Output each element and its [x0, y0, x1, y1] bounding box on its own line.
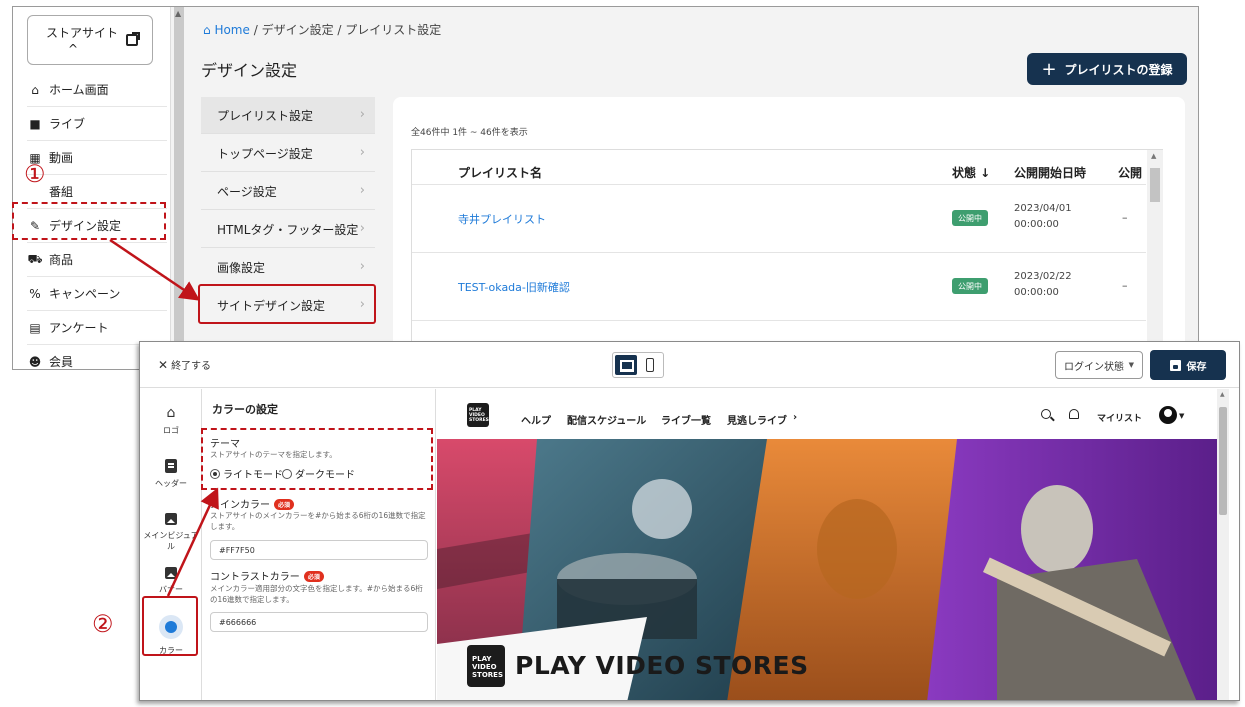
annotation-arrows: [109, 238, 219, 597]
arrow-to-site-design: [109, 238, 201, 301]
arrow-to-theme: [166, 487, 219, 597]
